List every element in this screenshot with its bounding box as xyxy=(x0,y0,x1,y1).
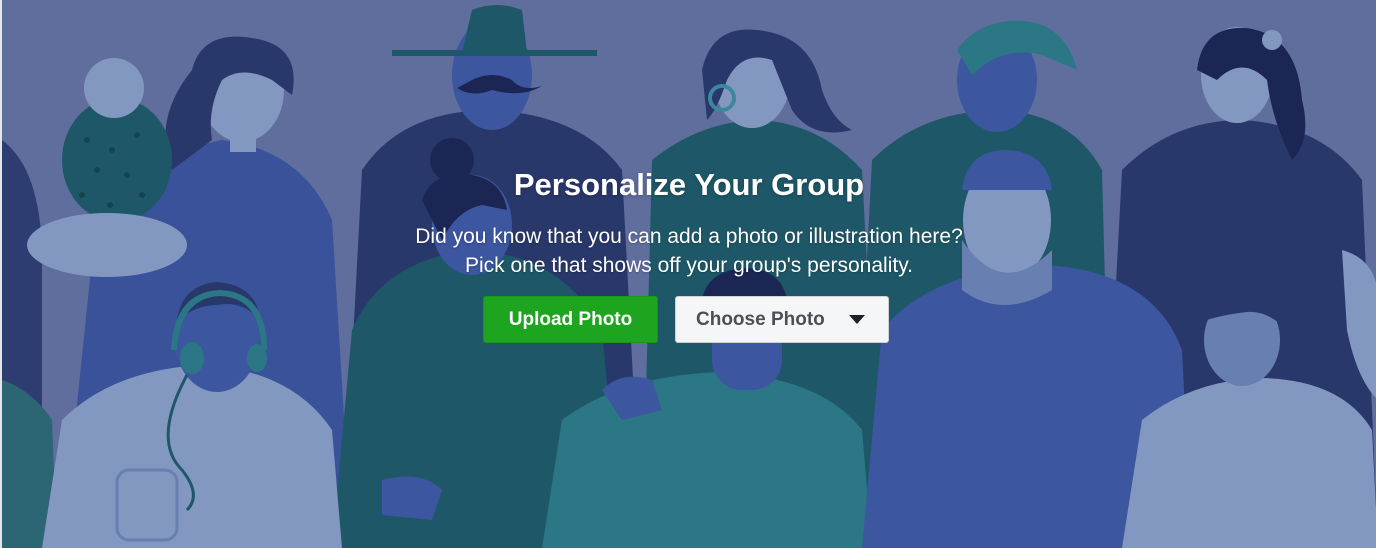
description: Did you know that you can add a photo or… xyxy=(2,222,1376,280)
page-title: Personalize Your Group xyxy=(513,167,865,202)
button-group: Upload Photo Choose Photo xyxy=(2,296,1376,343)
personalize-prompt: Personalize Your Group Did you know that… xyxy=(2,166,1376,343)
caret-down-icon xyxy=(848,315,865,324)
upload-photo-button[interactable]: Upload Photo xyxy=(483,296,658,343)
group-cover-banner: Personalize Your Group Did you know that… xyxy=(0,0,1376,548)
description-line-2: Pick one that shows off your group's per… xyxy=(465,254,913,277)
choose-photo-button[interactable]: Choose Photo xyxy=(675,296,889,343)
choose-photo-label: Choose Photo xyxy=(696,308,825,330)
upload-photo-label: Upload Photo xyxy=(508,308,633,330)
description-line-1: Did you know that you can add a photo or… xyxy=(415,225,963,248)
